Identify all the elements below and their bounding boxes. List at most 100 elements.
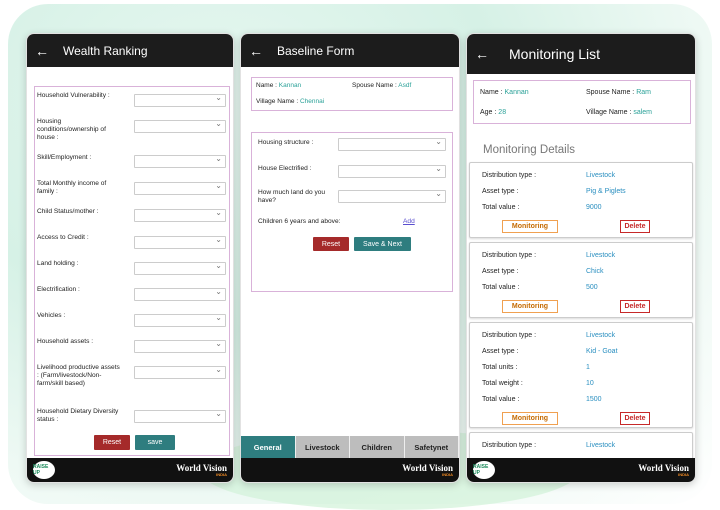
field-select[interactable] [134,181,226,195]
raise-up-logo: RAISE UP [33,461,55,479]
field-select[interactable] [134,119,226,133]
field-select[interactable] [134,93,226,107]
detail-value: 500 [586,284,598,291]
tab-safetynet[interactable]: Safetynet [404,436,459,458]
field-select[interactable] [134,154,226,168]
monitoring-card: Distribution type : Livestock Asset type :… [469,162,693,238]
back-arrow-icon[interactable]: ← [249,43,269,59]
detail-label: Total weight : [482,380,523,387]
detail-label: Distribution type : [482,332,537,339]
wealth-ranking-screen: ← Wealth Ranking Household Vulnerability… [26,33,234,483]
field-select[interactable] [134,208,226,222]
app-bar: ← Baseline Form [241,34,459,67]
spouse-label: Spouse Name : [586,89,637,96]
field-select[interactable] [134,409,226,423]
tab-livestock[interactable]: Livestock [295,436,350,458]
section-title: Monitoring Details [483,144,576,156]
detail-label: Asset type : [482,188,519,195]
footer-bar: RAISE UP World Vision INDIA [27,458,233,482]
delete-button[interactable]: Delete [620,300,650,313]
name-field: Name : Kannan [256,82,301,89]
age-value: 28 [498,109,507,116]
tab-general[interactable]: General [241,436,296,458]
org-sub: INDIA [216,471,227,477]
house-electrified-select[interactable] [338,164,446,178]
baseline-form-screen: ← Baseline Form Name : Kannan Spouse Nam… [240,33,460,483]
spouse-value: Asdf [398,82,412,89]
back-arrow-icon[interactable]: ← [475,46,495,62]
field-label: Child Status/mother : [37,208,99,215]
field-label: Electrification : [37,286,80,293]
beneficiary-info: Name : Kannan Spouse Name : Asdf Village… [251,77,453,111]
org-name: World Vision [176,462,227,473]
field-label: Access to Credit : [37,234,89,241]
field-label: How much land do you have? [258,189,326,204]
detail-label: Total value : [482,204,520,211]
screen-title: Baseline Form [277,43,355,58]
detail-value: Livestock [586,332,616,339]
land-select[interactable] [338,189,446,203]
back-arrow-icon[interactable]: ← [35,43,55,59]
field-label: Household Vulnerability : [37,92,110,99]
screen-title: Wealth Ranking [63,43,148,58]
app-bar: ← Wealth Ranking [27,34,233,67]
raise-up-logo: RAISE UP [473,461,495,479]
field-label: Skill/Employment : [37,154,92,161]
tab-children[interactable]: Children [350,436,405,458]
name-value: Kannan [278,82,302,89]
org-sub: INDIA [678,471,689,477]
field-label: Livelihood productive assets : (Farm/liv… [37,364,120,387]
name-label: Name : [480,89,505,96]
spouse-label: Spouse Name : [352,82,399,89]
village-value: Chennai [299,98,325,105]
org-sub: INDIA [442,471,453,477]
world-vision-logo: World Vision INDIA [638,462,689,477]
field-label: Vehicles : [37,312,66,319]
detail-value: Kid - Goat [586,348,618,355]
org-name: World Vision [638,462,689,473]
detail-label: Total value : [482,284,520,291]
detail-value: 1500 [586,396,602,403]
field-label: Housing conditions/ownership of house : [37,118,106,141]
app-bar: ← Monitoring List [467,34,695,74]
detail-value: 1 [586,364,590,371]
field-select[interactable] [134,287,226,301]
village-label: Village Name : [256,98,300,105]
save-button[interactable]: save [135,435,175,450]
reset-button[interactable]: Reset [94,435,130,450]
monitoring-button[interactable]: Monitoring [502,300,558,313]
delete-button[interactable]: Delete [620,412,650,425]
save-next-button[interactable]: Save & Next [354,237,411,251]
footer-bar: World Vision INDIA [241,458,459,482]
age-label: Age : [480,109,499,116]
village-field: Village Name : salem [586,109,652,116]
field-select[interactable] [134,313,226,327]
monitoring-list-screen: ← Monitoring List Name : Kannan Spouse N… [466,33,696,483]
screen-title: Monitoring List [509,46,601,62]
detail-value: 9000 [586,204,602,211]
detail-label: Distribution type : [482,442,537,449]
spouse-field: Spouse Name : Asdf [352,82,411,89]
world-vision-logo: World Vision INDIA [176,462,227,477]
monitoring-card: Distribution type : Livestock Asset type :… [469,322,693,428]
baseline-form: Housing structure : House Electrified : … [251,132,453,292]
footer-bar: RAISE UP World Vision INDIA [467,458,695,482]
field-select[interactable] [134,235,226,249]
detail-value: Pig & Piglets [586,188,626,195]
field-select[interactable] [134,339,226,353]
detail-label: Asset type : [482,268,519,275]
monitoring-button[interactable]: Monitoring [502,220,558,233]
field-select[interactable] [134,365,226,379]
reset-button[interactable]: Reset [313,237,349,251]
world-vision-logo: World Vision INDIA [402,463,453,477]
tab-bar: General Livestock Children Safetynet [241,436,459,458]
housing-structure-select[interactable] [338,137,446,151]
age-field: Age : 28 [480,109,506,116]
detail-value: Livestock [586,252,616,259]
add-children-link[interactable]: Add [403,218,415,225]
field-select[interactable] [134,261,226,275]
monitoring-button[interactable]: Monitoring [502,412,558,425]
village-value: salem [633,109,653,116]
delete-button[interactable]: Delete [620,220,650,233]
field-label: Total Monthly income of family : [37,180,107,195]
